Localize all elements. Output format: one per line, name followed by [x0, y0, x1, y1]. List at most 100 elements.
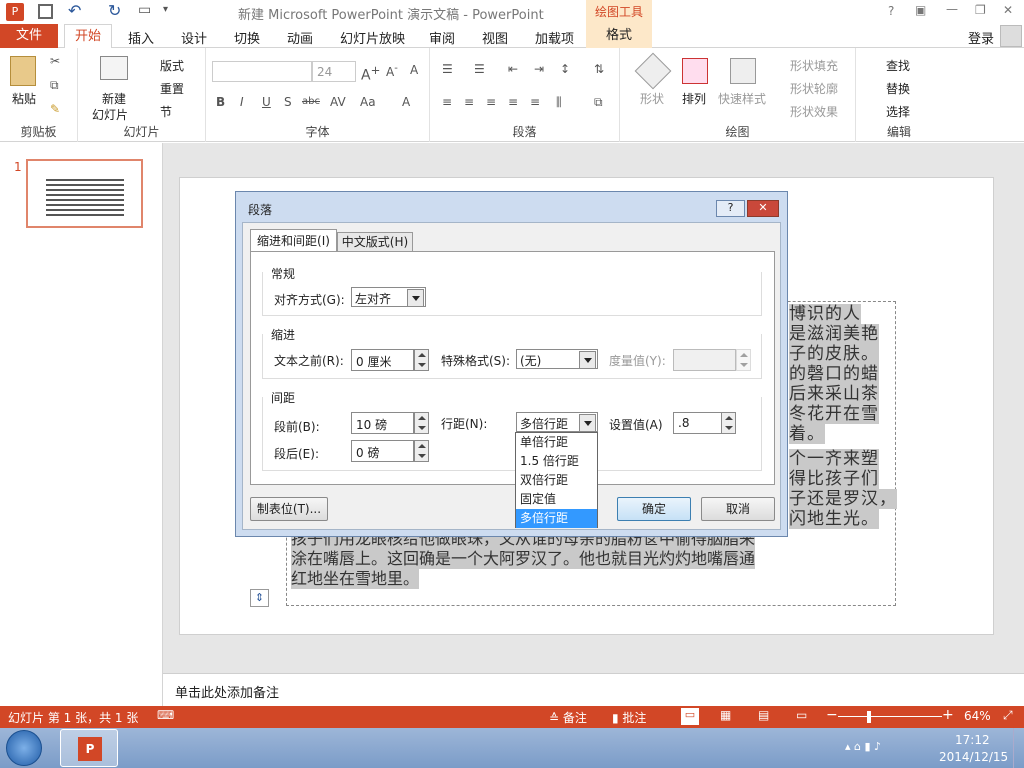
arrange-icon[interactable]: [682, 58, 708, 84]
shrink-font-icon[interactable]: A-: [386, 63, 398, 79]
char-spacing-icon[interactable]: AV: [330, 95, 346, 109]
font-name-input[interactable]: [212, 61, 312, 82]
tab-chinese-typography[interactable]: 中文版式(H): [337, 232, 413, 252]
new-slide-button-2[interactable]: 幻灯片: [92, 106, 128, 123]
smartart-icon[interactable]: ⧉: [594, 95, 603, 110]
shape-fill-button[interactable]: 形状填充: [790, 57, 838, 74]
italic-icon[interactable]: I: [240, 95, 244, 109]
dialog-close-icon[interactable]: ✕: [747, 200, 779, 217]
chevron-down-icon[interactable]: [407, 289, 424, 307]
tab-review[interactable]: 审阅: [429, 28, 455, 47]
distribute-icon[interactable]: ≡: [530, 95, 540, 109]
option-single[interactable]: 单倍行距: [516, 433, 597, 452]
tab-file[interactable]: 文件: [0, 24, 58, 48]
tab-transitions[interactable]: 切换: [234, 28, 260, 47]
cancel-button[interactable]: 取消: [701, 497, 775, 521]
text-before-input[interactable]: 0 厘米: [351, 349, 414, 371]
tab-format[interactable]: 格式: [586, 24, 652, 48]
powerpoint-taskbar-icon[interactable]: P: [60, 729, 118, 767]
strikethrough-icon[interactable]: abc: [302, 96, 320, 107]
zoom-in-icon[interactable]: +: [942, 707, 954, 723]
align-right-icon[interactable]: ≡: [486, 95, 496, 109]
help-icon[interactable]: ?: [888, 4, 894, 18]
ok-button[interactable]: 确定: [617, 497, 691, 521]
paste-button[interactable]: 粘贴: [12, 90, 36, 107]
section-button[interactable]: 节: [160, 103, 172, 120]
tabs-button[interactable]: 制表位(T)...: [250, 497, 328, 521]
grow-font-icon[interactable]: A+: [361, 63, 380, 84]
presenter-icon[interactable]: ▭: [138, 2, 151, 18]
new-slide-icon[interactable]: [100, 56, 128, 80]
restore-icon[interactable]: ❐: [975, 3, 986, 17]
quick-styles-button[interactable]: 快速样式: [718, 90, 766, 107]
shape-effect-button[interactable]: 形状效果: [790, 103, 838, 120]
after-input[interactable]: 0 磅: [351, 440, 414, 462]
bold-icon[interactable]: B: [216, 95, 225, 109]
fit-slide-icon[interactable]: ⤢: [1003, 708, 1013, 723]
tab-home[interactable]: 开始: [64, 24, 112, 49]
notes-pane[interactable]: 单击此处添加备注: [163, 673, 1024, 706]
text-before-spinner[interactable]: [414, 349, 429, 371]
paste-icon[interactable]: [10, 56, 36, 86]
setting-spinner[interactable]: [721, 412, 736, 434]
login-link[interactable]: 登录: [968, 28, 994, 47]
before-input[interactable]: 10 磅: [351, 412, 414, 434]
normal-view-icon[interactable]: ▭: [681, 708, 699, 725]
notes-toggle[interactable]: ≙ 备注: [549, 709, 587, 726]
new-slide-button[interactable]: 新建: [102, 90, 126, 107]
qat-more-icon[interactable]: ▾: [163, 4, 168, 15]
tab-animations[interactable]: 动画: [287, 28, 313, 47]
align-left-icon[interactable]: ≡: [442, 95, 452, 109]
tab-indent-spacing[interactable]: 缩进和间距(I): [250, 229, 337, 252]
find-button[interactable]: 查找: [886, 57, 910, 74]
chevron-down-icon[interactable]: [579, 351, 596, 369]
after-spinner[interactable]: [414, 440, 429, 462]
slideshow-view-icon[interactable]: ▭: [796, 708, 807, 722]
line-spacing-icon[interactable]: ↕: [560, 62, 570, 76]
tab-slideshow[interactable]: 幻灯片放映: [340, 28, 405, 47]
close-icon[interactable]: ✕: [1003, 3, 1013, 17]
redo-icon[interactable]: ↻: [108, 1, 121, 20]
clear-format-icon[interactable]: A: [410, 63, 418, 77]
line-spacing-select[interactable]: 多倍行距: [516, 412, 598, 432]
undo-icon[interactable]: ↶: [68, 1, 81, 20]
increase-indent-icon[interactable]: ⇥: [534, 62, 544, 76]
comments-toggle[interactable]: ▮ 批注: [612, 709, 646, 726]
zoom-slider[interactable]: [838, 716, 942, 717]
cut-icon[interactable]: ✂: [50, 54, 60, 68]
change-case-icon[interactable]: Aa: [360, 95, 376, 109]
select-button[interactable]: 选择: [886, 103, 910, 120]
minimize-icon[interactable]: —: [946, 2, 958, 16]
slide-thumbnail[interactable]: [26, 159, 143, 228]
font-color-icon[interactable]: A: [402, 95, 410, 109]
clock-date[interactable]: 2014/12/15: [939, 750, 1008, 764]
copy-icon[interactable]: ⧉: [50, 78, 59, 93]
align-center-icon[interactable]: ≡: [464, 95, 474, 109]
clock-time[interactable]: 17:12: [955, 733, 990, 747]
sorter-view-icon[interactable]: ▦: [720, 708, 731, 722]
decrease-indent-icon[interactable]: ⇤: [508, 62, 518, 76]
font-size-input[interactable]: 24: [312, 61, 356, 82]
start-button[interactable]: [6, 730, 42, 766]
option-multiple[interactable]: 多倍行距: [516, 509, 597, 528]
app-icon[interactable]: P: [6, 3, 24, 21]
option-1-5[interactable]: 1.5 倍行距: [516, 452, 597, 471]
zoom-out-icon[interactable]: −: [826, 707, 838, 723]
show-desktop-button[interactable]: [1013, 728, 1024, 768]
text-direction-icon[interactable]: ⇅: [594, 62, 604, 76]
autofit-options-icon[interactable]: ⇕: [250, 589, 269, 607]
layout-button[interactable]: 版式: [160, 57, 184, 74]
shape-outline-button[interactable]: 形状轮廓: [790, 80, 838, 97]
tab-addins[interactable]: 加载项: [535, 28, 574, 47]
reading-view-icon[interactable]: ▤: [758, 708, 769, 722]
tab-insert[interactable]: 插入: [128, 28, 154, 47]
shapes-icon[interactable]: [634, 52, 672, 90]
tab-view[interactable]: 视图: [482, 28, 508, 47]
ribbon-display-icon[interactable]: ▣: [915, 3, 926, 17]
tray-icons[interactable]: ▴ ⌂ ▮ ♪: [845, 740, 881, 753]
replace-button[interactable]: 替换: [886, 80, 910, 97]
chevron-down-icon[interactable]: [579, 414, 596, 432]
option-exactly[interactable]: 固定值: [516, 490, 597, 509]
avatar[interactable]: [1000, 25, 1022, 47]
quick-styles-icon[interactable]: [730, 58, 756, 84]
